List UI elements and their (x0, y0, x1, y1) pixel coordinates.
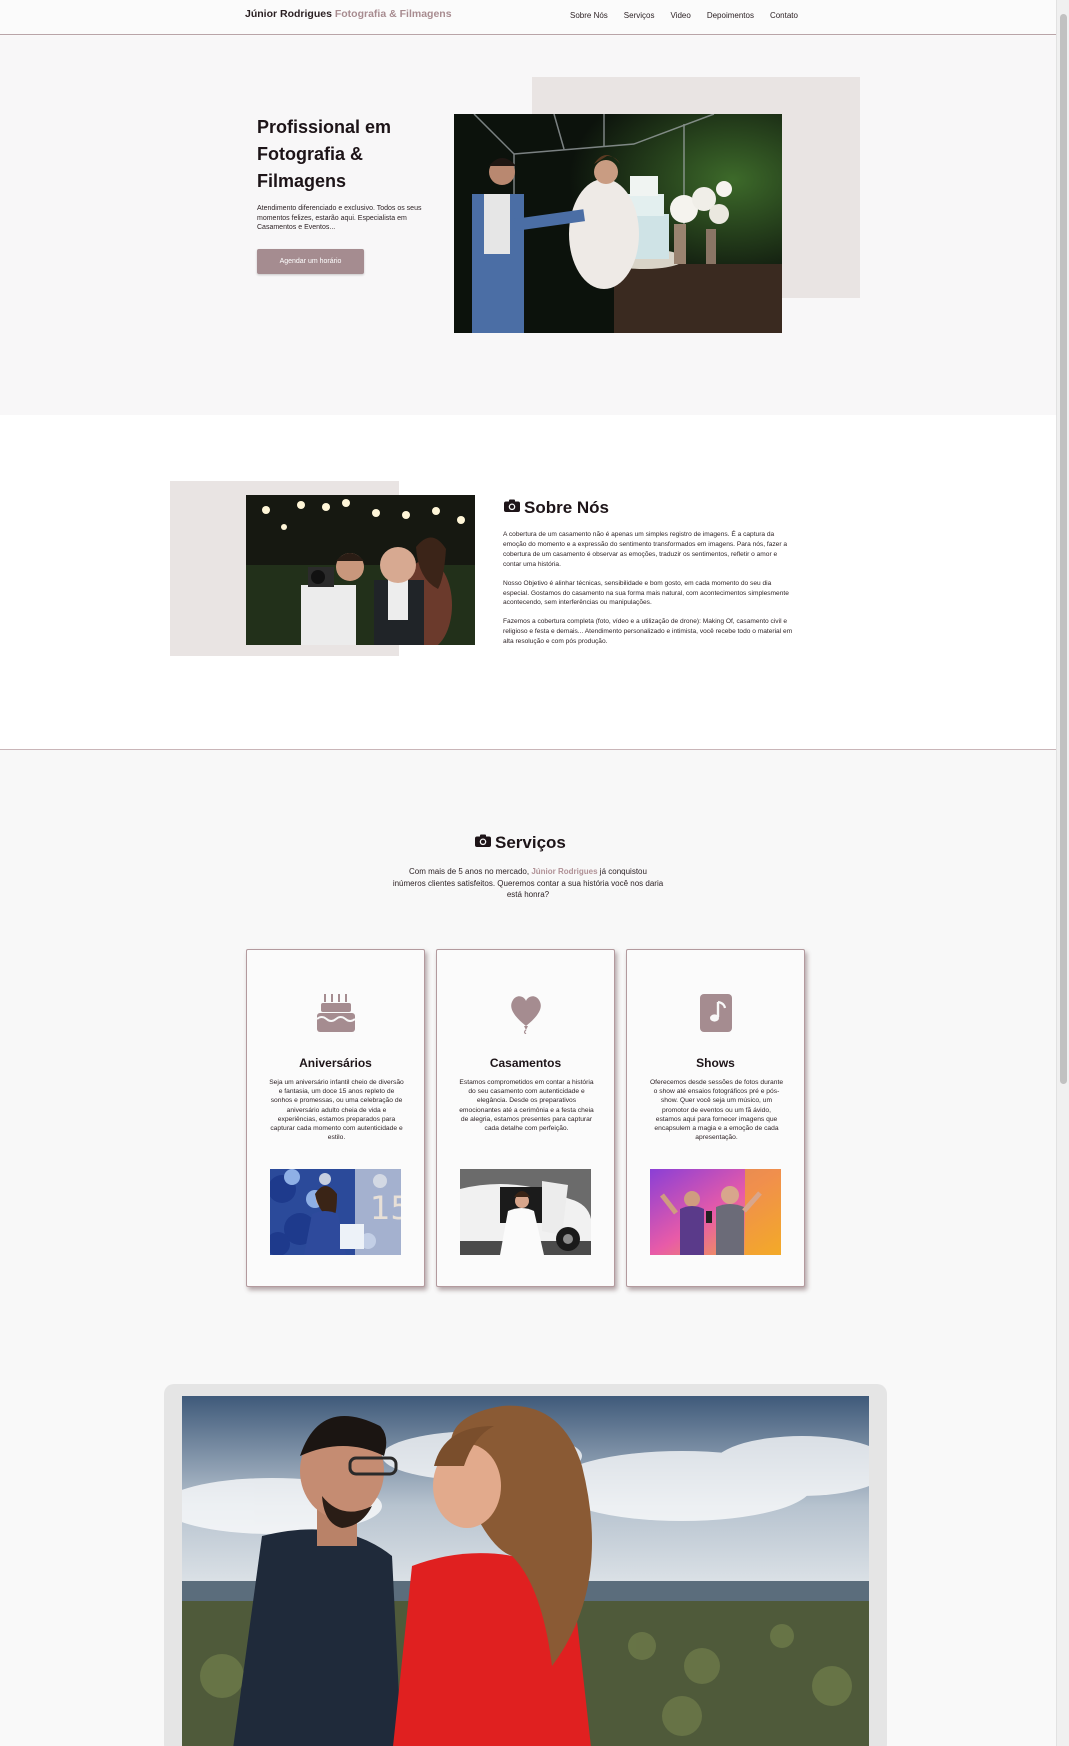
intro-brand-name: Júnior Rodrigues (531, 867, 598, 876)
nav-video[interactable]: Video (670, 11, 690, 20)
svg-text:15: 15 (370, 1189, 401, 1227)
camera-icon (503, 498, 521, 518)
service-card-aniversarios[interactable]: Aniversários Seja um aniversário infanti… (246, 949, 425, 1287)
hero-wedding-photo (454, 114, 782, 333)
card-title: Shows (696, 1056, 735, 1070)
page: Júnior Rodrigues Fotografia & Filmagens … (0, 0, 1056, 1746)
main-nav: Sobre Nós Serviços Video Depoimentos Con… (570, 11, 798, 20)
card-text: Seja um aniversário infantil cheio de di… (269, 1079, 404, 1142)
services-title: Serviços (474, 833, 566, 853)
music-note-icon (627, 992, 804, 1036)
hero-subtitle: Atendimento diferenciado e exclusivo. To… (257, 205, 422, 231)
about-title: Sobre Nós (503, 498, 609, 518)
about-paragraph-3: Fazemos a cobertura completa (foto, víde… (503, 618, 793, 646)
nav-sobre-nos[interactable]: Sobre Nós (570, 11, 608, 20)
about-section: Sobre Nós A cobertura de um casamento nã… (0, 415, 1056, 750)
about-text: A cobertura de um casamento não é apenas… (503, 530, 793, 656)
video-player[interactable] (182, 1396, 869, 1746)
site-header: Júnior Rodrigues Fotografia & Filmagens … (0, 0, 1056, 35)
intro-text-start: Com mais de 5 anos no mercado, (409, 867, 530, 876)
heart-balloon-icon (437, 992, 614, 1036)
nav-contato[interactable]: Contato (770, 11, 798, 20)
brand-tagline: Fotografia & Filmagens (334, 8, 452, 20)
brand-name: Júnior Rodrigues (245, 8, 332, 20)
nav-depoimentos[interactable]: Depoimentos (707, 11, 754, 20)
schedule-button[interactable]: Agendar um horário (257, 249, 364, 274)
page-scrollbar[interactable] (1056, 0, 1069, 1746)
about-paragraph-2: Nosso Objetivo é alinhar técnicas, sensi… (503, 579, 789, 607)
scrollbar-thumb[interactable] (1060, 14, 1067, 1084)
card-title: Aniversários (299, 1056, 372, 1070)
camera-icon (474, 833, 492, 853)
about-photo (246, 495, 475, 645)
video-section (164, 1384, 887, 1746)
service-card-shows[interactable]: Shows Oferecemos desde sessões de fotos … (626, 949, 805, 1287)
wedding-car-photo (460, 1169, 591, 1255)
brand-logo[interactable]: Júnior Rodrigues Fotografia & Filmagens (245, 8, 452, 20)
service-card-casamentos[interactable]: Casamentos Estamos comprometidos em cont… (436, 949, 615, 1287)
services-title-text: Serviços (495, 833, 566, 852)
cake-icon (247, 992, 424, 1036)
photographer-image (246, 495, 475, 645)
show-photo (650, 1169, 781, 1255)
services-section: Serviços Com mais de 5 anos no mercado, … (0, 750, 1056, 1380)
card-title: Casamentos (489, 1056, 562, 1070)
about-title-text: Sobre Nós (524, 498, 610, 517)
about-paragraph-1: A cobertura de um casamento não é apenas… (503, 531, 788, 568)
hero-section: Profissional em Fotografia & Filmagens A… (0, 36, 1056, 415)
hero-title: Profissional em Fotografia & Filmagens (257, 117, 392, 191)
couple-video-frame (182, 1396, 869, 1746)
services-intro: Com mais de 5 anos no mercado, Júnior Ro… (392, 866, 664, 901)
birthday-photo: 15 (270, 1169, 401, 1255)
nav-servicos[interactable]: Serviços (624, 11, 655, 20)
card-text: Oferecemos desde sessões de fotos durant… (649, 1079, 784, 1142)
card-text: Estamos comprometidos em contar a histór… (459, 1079, 594, 1133)
wedding-cake-image (454, 114, 782, 333)
